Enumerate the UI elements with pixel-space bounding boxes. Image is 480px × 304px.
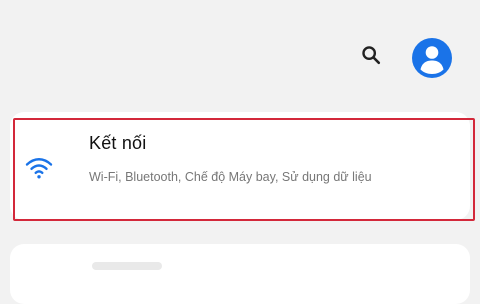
settings-card-connections: [10, 112, 470, 220]
search-button[interactable]: [356, 40, 386, 70]
placeholder-row-text: [92, 262, 162, 270]
settings-item-title: Kết nối: [89, 133, 147, 153]
settings-item-subtitle: Wi-Fi, Bluetooth, Chế độ Máy bay, Sử dụn…: [89, 170, 372, 184]
account-button[interactable]: [410, 36, 454, 80]
settings-item-connections[interactable]: [10, 112, 470, 220]
connections-icon: [24, 156, 54, 180]
account-icon: [412, 38, 452, 78]
top-app-bar: [0, 0, 480, 110]
wifi-icon: [25, 158, 53, 179]
settings-card-next[interactable]: [10, 244, 470, 304]
search-icon: [362, 46, 381, 65]
